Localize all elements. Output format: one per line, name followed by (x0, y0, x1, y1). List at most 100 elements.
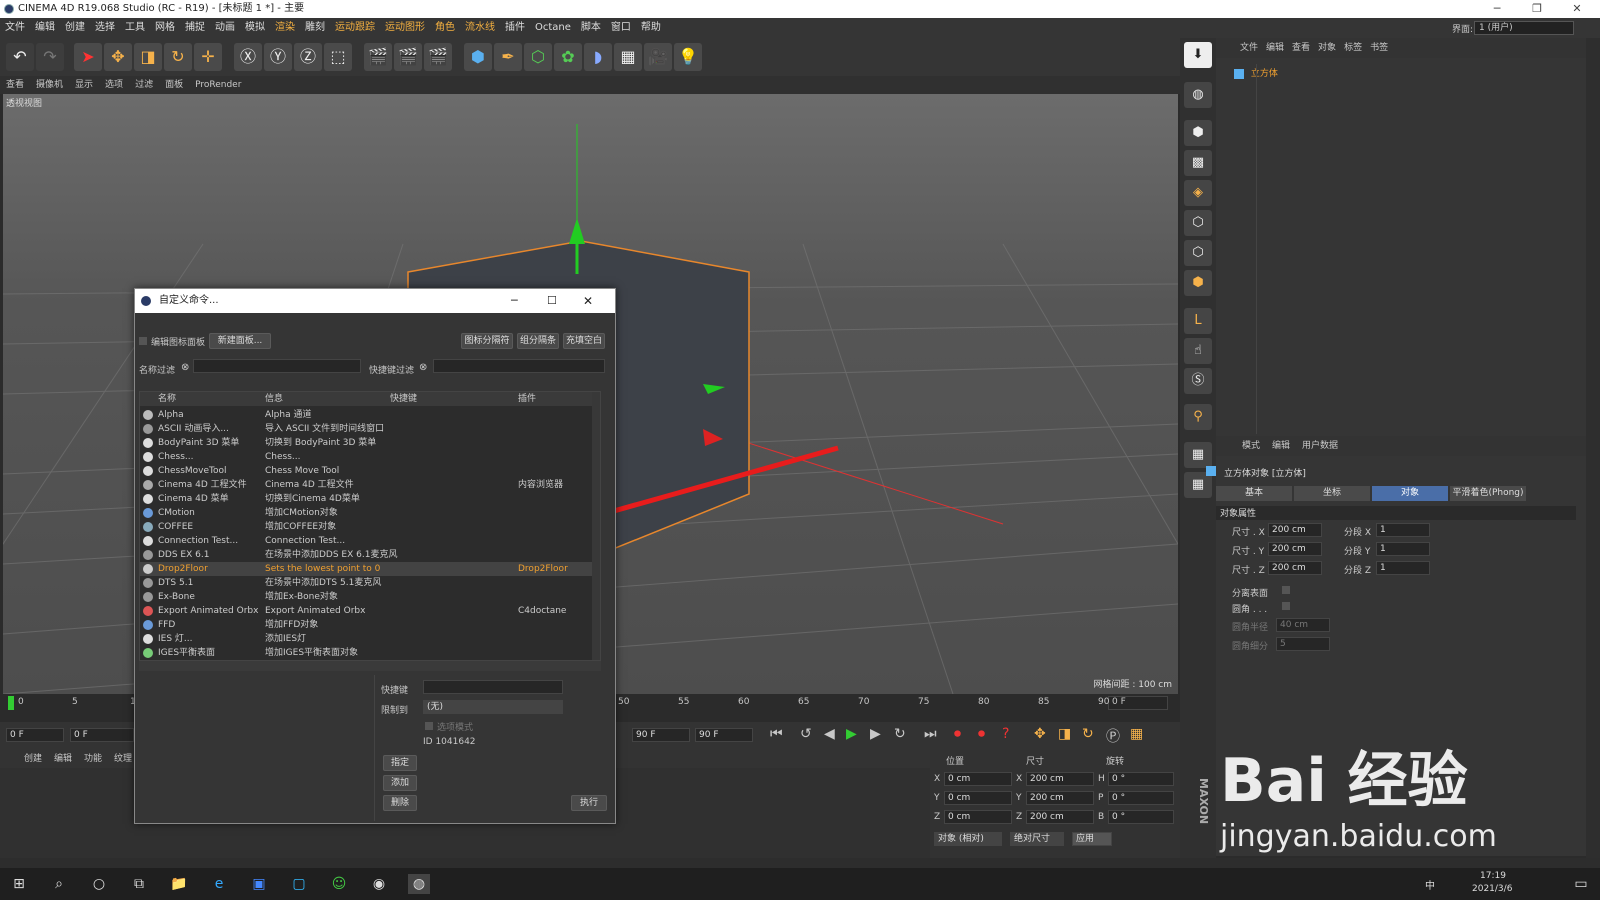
size-y-coord-field[interactable]: 200 cm (1026, 791, 1094, 805)
wechat-icon[interactable]: ☺ (328, 874, 350, 894)
segments-y-field[interactable]: 1 (1376, 542, 1430, 556)
menu-item-14[interactable]: 流水线 (460, 18, 500, 38)
ime-indicator[interactable]: 中 (1425, 877, 1435, 892)
command-row[interactable]: Alpha Alpha 通道 (140, 408, 600, 422)
store-icon[interactable]: ▢ (288, 874, 310, 894)
material-menu-item-1[interactable]: 编辑 (48, 754, 78, 764)
tab-basic[interactable]: 基本 (1216, 486, 1292, 501)
material-menu-item-2[interactable]: 功能 (78, 754, 108, 764)
command-row[interactable]: BodyPaint 3D 菜单 切换到 BodyPaint 3D 菜单 (140, 436, 600, 450)
y-arrow-handle[interactable] (569, 218, 585, 244)
next-key-icon[interactable]: ↻ (894, 726, 906, 742)
tab-object[interactable]: 对象 (1372, 486, 1448, 501)
tweak-icon[interactable]: ☝ (1184, 338, 1212, 364)
floor-scene-icon[interactable]: ▦ (614, 43, 642, 71)
workplane-icon[interactable]: ◈ (1184, 180, 1212, 206)
key-pla-icon[interactable]: ▦ (1130, 726, 1143, 742)
viewport-menu-item-5[interactable]: 面板 (159, 76, 189, 94)
recent-tool-icon[interactable]: ✛ (194, 43, 222, 71)
render-settings-icon[interactable]: 🎬 (424, 43, 452, 71)
rotation-b-field[interactable]: 0 ° (1108, 810, 1174, 824)
menu-item-9[interactable]: 渲染 (270, 18, 300, 38)
separate-surfaces-checkbox[interactable] (1282, 586, 1290, 594)
object-menu-item-0[interactable]: 文件 (1236, 43, 1262, 53)
size-z-coord-field[interactable]: 200 cm (1026, 810, 1094, 824)
model-mode-icon[interactable]: ⬢ (1184, 120, 1212, 146)
coordinate-system-icon[interactable]: ⬚ (324, 43, 352, 71)
cortana-icon[interactable]: ○ (88, 874, 110, 894)
task-view-icon[interactable]: ⧉ (128, 874, 150, 894)
next-frame-icon[interactable]: ▶ (870, 726, 881, 742)
name-filter-input[interactable] (193, 359, 361, 373)
command-row[interactable]: Export Animated Orbx Export Animated Orbx… (140, 604, 600, 618)
menu-item-11[interactable]: 运动跟踪 (330, 18, 380, 38)
attribute-menu-item-0[interactable]: 模式 (1236, 441, 1266, 451)
y-axis-lock-icon[interactable]: Ⓨ (264, 43, 292, 71)
redo-icon[interactable]: ↷ (36, 43, 64, 71)
key-scale-icon[interactable]: ◨ (1058, 726, 1071, 742)
undo-icon[interactable]: ↶ (6, 43, 34, 71)
attribute-menu-item-2[interactable]: 用户数据 (1296, 441, 1344, 451)
list-scrollbar[interactable] (592, 392, 600, 660)
autokey-icon[interactable]: ⏺ (978, 726, 985, 742)
start-frame-field[interactable]: 0 F (6, 728, 64, 742)
lock-workplane-icon[interactable]: ▦ (1184, 442, 1212, 468)
current-frame-field[interactable]: 0 F (1108, 696, 1168, 710)
prev-key-icon[interactable]: ↺ (800, 726, 812, 742)
attribute-menu-item-1[interactable]: 编辑 (1266, 441, 1296, 451)
keyframe-selection-icon[interactable]: ? (1002, 726, 1009, 742)
render-view-icon[interactable]: 🎬 (364, 43, 392, 71)
clear-shortcut-filter-icon[interactable]: ⊗ (419, 362, 427, 373)
menu-item-6[interactable]: 捕捉 (180, 18, 210, 38)
segments-x-field[interactable]: 1 (1376, 523, 1430, 537)
points-mode-icon[interactable]: ⬡ (1184, 210, 1212, 236)
fillet-checkbox[interactable] (1282, 602, 1290, 610)
command-list[interactable]: 名称 信息 快捷键 插件 Alpha Alpha 通道 ASCII 动画导入... 导… (139, 391, 601, 661)
clear-name-filter-icon[interactable]: ⊗ (181, 362, 189, 373)
fill-space-button[interactable]: 充填空白 (563, 333, 605, 349)
snap-icon[interactable]: Ⓢ (1184, 368, 1212, 394)
menu-item-0[interactable]: 文件 (0, 18, 30, 38)
select-tool-icon[interactable]: ➤ (74, 43, 102, 71)
viewport-menu-item-0[interactable]: 查看 (0, 76, 30, 94)
array-icon[interactable]: ✿ (554, 43, 582, 71)
command-row[interactable]: Connection Test... Connection Test... (140, 534, 600, 548)
playhead[interactable] (8, 696, 14, 710)
quantize-icon[interactable]: ⚲ (1184, 404, 1212, 430)
polygons-mode-icon[interactable]: ⬢ (1184, 270, 1212, 296)
object-menu-item-3[interactable]: 对象 (1314, 43, 1340, 53)
clock-time[interactable]: 17:19 (1480, 871, 1506, 881)
light-icon[interactable]: 💡 (674, 43, 702, 71)
download-icon[interactable]: ⬇ (1184, 42, 1212, 68)
clock-date[interactable]: 2021/3/6 (1472, 884, 1512, 894)
restrict-select[interactable]: (无) (423, 700, 563, 714)
material-menu-item-0[interactable]: 创建 (18, 754, 48, 764)
menu-item-15[interactable]: 插件 (500, 18, 530, 38)
command-row[interactable]: FFD 增加FFD对象 (140, 618, 600, 632)
object-row-cube[interactable]: 立方体 (1222, 66, 1582, 80)
assign-button[interactable]: 指定 (383, 755, 417, 771)
z-axis-lock-icon[interactable]: Ⓩ (294, 43, 322, 71)
menu-item-19[interactable]: 帮助 (636, 18, 666, 38)
windows-start-icon[interactable]: ⊞ (8, 874, 30, 894)
apply-button[interactable]: 应用 (1072, 832, 1112, 846)
column-plugin[interactable]: 插件 (518, 392, 537, 406)
fillet-radius-field[interactable]: 40 cm (1276, 618, 1330, 632)
position-x-field[interactable]: 0 cm (944, 772, 1012, 786)
rotate-tool-icon[interactable]: ↻ (164, 43, 192, 71)
menu-item-12[interactable]: 运动图形 (380, 18, 430, 38)
tab-coordinates[interactable]: 坐标 (1294, 486, 1370, 501)
command-row[interactable]: COFFEE 增加COFFEE对象 (140, 520, 600, 534)
viewport-menu-item-4[interactable]: 过滤 (129, 76, 159, 94)
command-row[interactable]: Cinema 4D 工程文件 Cinema 4D 工程文件 内容浏览器 (140, 478, 600, 492)
size-y-field[interactable]: 200 cm (1268, 542, 1322, 556)
goto-end-icon[interactable]: ⏭ (924, 726, 937, 742)
key-position-icon[interactable]: ✥ (1034, 726, 1046, 742)
pen-spline-icon[interactable]: ✒ (494, 43, 522, 71)
menu-item-5[interactable]: 网格 (150, 18, 180, 38)
goto-start-icon[interactable]: ⏮ (770, 726, 783, 742)
globe-icon[interactable]: ◍ (1184, 82, 1212, 108)
command-row[interactable]: Ex-Bone 增加Ex-Bone对象 (140, 590, 600, 604)
object-menu-item-2[interactable]: 查看 (1288, 43, 1314, 53)
dialog-close-button[interactable]: ✕ (583, 289, 593, 313)
